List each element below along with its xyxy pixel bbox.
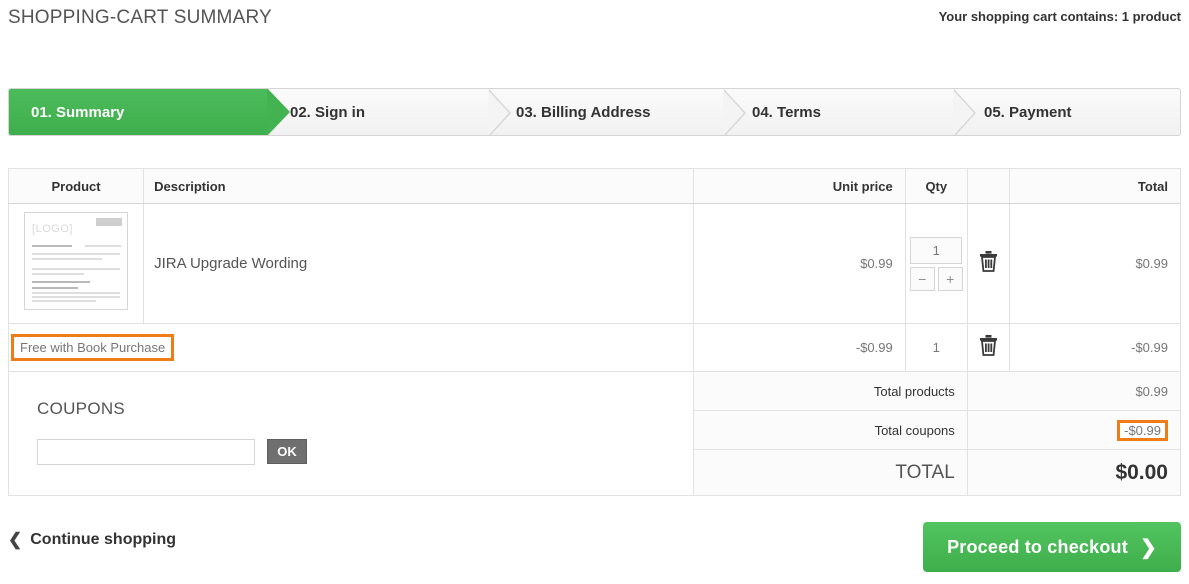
chevron-left-icon: ❮	[8, 530, 23, 549]
checkout-label: Proceed to checkout	[947, 536, 1128, 557]
coupon-unit-price: -$0.99	[692, 323, 906, 372]
step-separator-2	[488, 89, 511, 135]
step-separator-4	[953, 89, 976, 135]
total-coupons-value-highlight: -$0.99	[1117, 419, 1168, 441]
step-separator-3	[723, 89, 746, 135]
thumbnail-line	[32, 268, 121, 270]
thumbnail-line	[32, 258, 103, 260]
chevron-right-icon: ❯	[1139, 536, 1157, 559]
step-05-payment[interactable]: 05. Payment	[984, 89, 1072, 135]
product-thumbnail[interactable]: [LOGO]	[24, 212, 129, 310]
step-04-label: 04. Terms	[752, 103, 821, 121]
thumbnail-line	[32, 273, 85, 275]
total-coupons-value-cell: -$0.99	[966, 410, 1182, 450]
continue-shopping-link[interactable]: ❮ Continue shopping	[8, 530, 176, 550]
step-05-label: 05. Payment	[984, 103, 1072, 121]
thumbnail-line	[32, 292, 121, 294]
total-products-label: Total products	[692, 371, 968, 411]
trash-icon[interactable]	[979, 250, 998, 272]
grand-total-value: $0.00	[966, 449, 1182, 496]
total-coupons-label: Total coupons	[692, 410, 968, 450]
thumbnail-line	[32, 253, 121, 255]
coupon-qty: 1	[904, 323, 968, 372]
proceed-to-checkout-button[interactable]: Proceed to checkout ❯	[923, 522, 1181, 572]
column-header-description: Description	[143, 168, 694, 204]
thumbnail-logo-placeholder: [LOGO]	[32, 223, 73, 235]
coupon-name-highlight: Free with Book Purchase	[11, 334, 175, 361]
quantity-stepper[interactable]: 1 − +	[904, 203, 968, 324]
coupon-name-cell: Free with Book Purchase	[8, 323, 694, 372]
step-03-label: 03. Billing Address	[516, 103, 651, 121]
product-total: $0.99	[1008, 203, 1182, 324]
column-header-delete	[966, 168, 1010, 204]
cart-table-body: [LOGO] JIRA Upgrade Wording $0.99 1 − + …	[7, 203, 1182, 496]
column-header-total: Total	[1008, 168, 1182, 204]
page-title: SHOPPING-CART SUMMARY	[8, 7, 272, 28]
cart-summary-count: Your shopping cart contains: 1 product	[938, 9, 1181, 24]
thumbnail-line	[32, 245, 73, 247]
thumbnail-line	[32, 296, 121, 298]
product-unit-price: $0.99	[692, 203, 906, 324]
product-description[interactable]: JIRA Upgrade Wording	[143, 203, 694, 324]
continue-shopping-label: Continue shopping	[30, 531, 176, 548]
cart-table-head: Product Description Unit price Qty Total	[7, 168, 1182, 204]
coupons-title: COUPONS	[37, 398, 126, 418]
table-row-product: [LOGO] JIRA Upgrade Wording $0.99 1 − + …	[7, 203, 1182, 324]
step-03-billing-address[interactable]: 03. Billing Address	[516, 89, 650, 135]
coupon-form: OK	[37, 438, 693, 465]
quantity-buttons: − +	[906, 266, 967, 291]
delete-coupon-cell[interactable]	[966, 323, 1010, 372]
coupon-ok-button[interactable]: OK	[267, 439, 307, 464]
column-header-product: Product	[7, 168, 145, 204]
total-products-value: $0.99	[966, 371, 1182, 411]
coupon-total: -$0.99	[1008, 323, 1182, 372]
page-header: SHOPPING-CART SUMMARY Your shopping cart…	[0, 0, 1189, 40]
thumbnail-line	[85, 245, 122, 247]
column-header-qty: Qty	[904, 168, 968, 204]
quantity-increase-button[interactable]: +	[937, 266, 963, 291]
cart-table: Product Description Unit price Qty Total…	[7, 168, 1182, 496]
coupons-panel: COUPONS OK	[8, 371, 694, 496]
step-01-summary[interactable]: 01. Summary	[9, 89, 290, 135]
step-02-signin[interactable]: 02. Sign in	[290, 89, 365, 135]
thumbnail-line	[32, 287, 79, 289]
thumbnail-line	[32, 281, 91, 283]
coupon-code-input[interactable]	[37, 438, 255, 465]
thumbnail-stamp	[96, 218, 123, 226]
step-01-label: 01. Summary	[31, 103, 125, 121]
trash-icon[interactable]	[979, 334, 998, 356]
delete-product-cell[interactable]	[966, 203, 1010, 324]
quantity-decrease-button[interactable]: −	[909, 266, 935, 291]
product-thumbnail-cell[interactable]: [LOGO]	[7, 203, 145, 324]
step-02-label: 02. Sign in	[290, 103, 366, 121]
column-header-unit-price: Unit price	[692, 168, 906, 204]
thumbnail-line	[32, 300, 97, 302]
shopping-cart-page: SHOPPING-CART SUMMARY Your shopping cart…	[0, 0, 1189, 584]
table-row-totals-1: COUPONS OK Total products $0.99	[8, 371, 1182, 496]
step-04-terms[interactable]: 04. Terms	[752, 89, 821, 135]
quantity-input[interactable]: 1	[910, 236, 963, 264]
checkout-steps: 01. Summary 02. Sign in 03. Billing Addr…	[8, 88, 1181, 136]
table-row-coupon: Free with Book Purchase -$0.99 1 -$0.99	[8, 323, 1182, 372]
grand-total-label: TOTAL	[692, 449, 968, 496]
cart-table-header-row: Product Description Unit price Qty Total	[7, 168, 1182, 204]
